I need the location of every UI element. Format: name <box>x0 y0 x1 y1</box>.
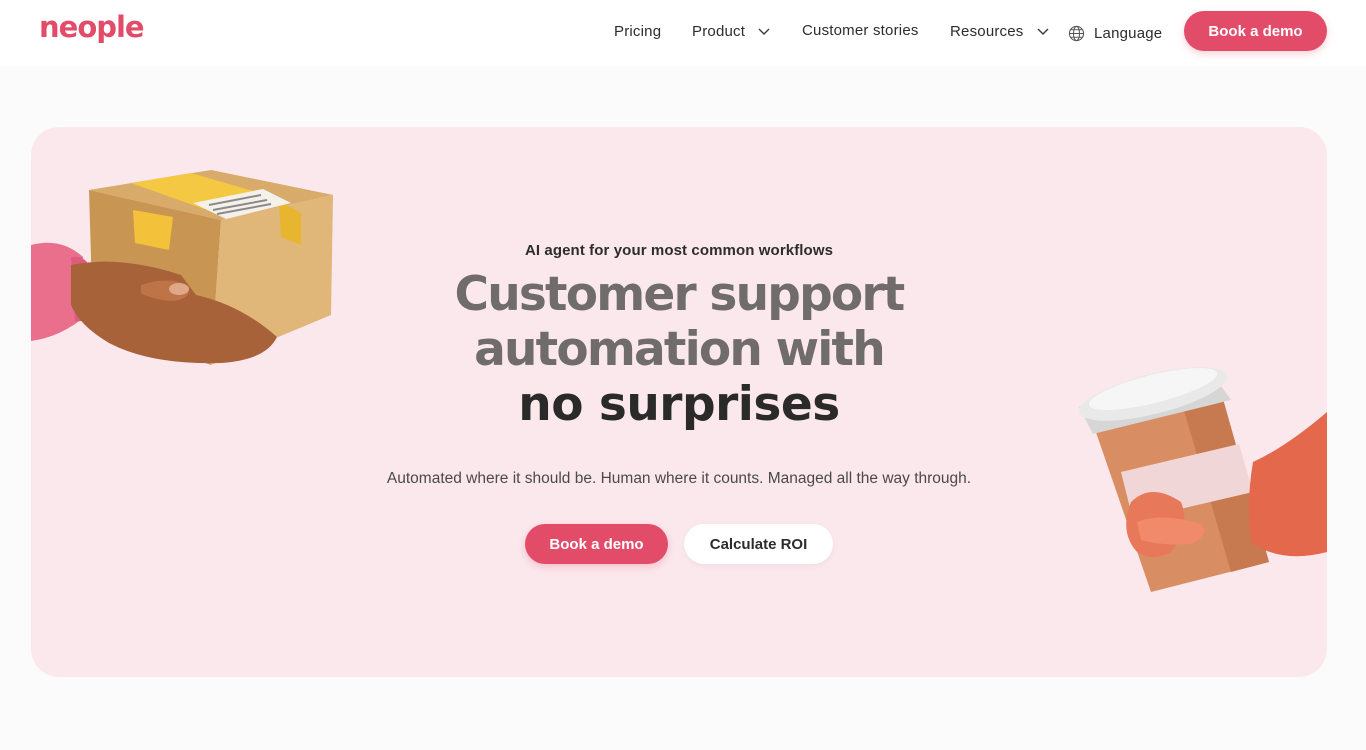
globe-icon <box>1068 25 1085 42</box>
language-selector[interactable]: Language <box>1068 25 1162 42</box>
nav-customer-stories[interactable]: Customer stories <box>802 0 919 61</box>
nav-product-link[interactable]: Product <box>692 23 771 40</box>
nav-resources-link[interactable]: Resources <box>950 23 1050 40</box>
hero-eyebrow: AI agent for your most common workflows <box>524 242 834 259</box>
nav-language[interactable]: Language <box>1068 2 1162 64</box>
headline-line-1: Customer support <box>454 267 906 322</box>
nav-pricing[interactable]: Pricing <box>614 0 661 62</box>
top-navigation-bar: neople Pricing Product Customer stories … <box>0 0 1366 66</box>
nav-product[interactable]: Product <box>692 0 771 62</box>
nav-resources[interactable]: Resources <box>950 0 1050 62</box>
hero-section: AI agent for your most common workflows … <box>31 127 1327 677</box>
nav-resources-label: Resources <box>950 22 1024 40</box>
book-demo-hero-button[interactable]: Book a demo <box>525 524 668 564</box>
chevron-down-icon <box>757 24 771 38</box>
language-label: Language <box>1094 24 1163 42</box>
nav-customer-stories-label[interactable]: Customer stories <box>802 22 919 39</box>
neople-logo[interactable]: neople <box>39 10 145 44</box>
nav-product-label: Product <box>692 22 746 40</box>
hand-holding-coffee-cup-icon <box>1071 352 1327 612</box>
nav-pricing-label[interactable]: Pricing <box>614 23 661 40</box>
book-demo-header-button[interactable]: Book a demo <box>1184 11 1327 51</box>
chevron-down-icon <box>1036 24 1050 38</box>
calculate-roi-button[interactable]: Calculate ROI <box>684 524 833 564</box>
